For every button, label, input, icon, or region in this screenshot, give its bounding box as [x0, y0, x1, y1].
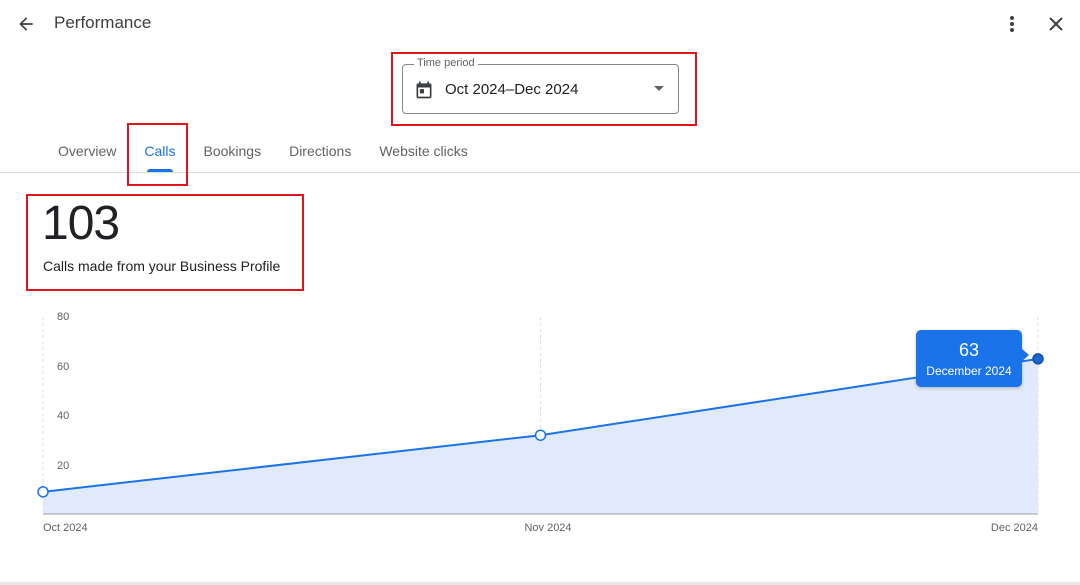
more-options-button[interactable] — [1000, 10, 1024, 38]
tab-bookings[interactable]: Bookings — [189, 134, 275, 172]
chart-tooltip: 63 December 2024 — [916, 330, 1029, 387]
data-point-selected — [1032, 353, 1044, 365]
y-tick-label: 80 — [57, 311, 69, 323]
x-tick-label: Dec 2024 — [991, 522, 1038, 534]
back-button[interactable] — [12, 10, 40, 38]
y-tick-label: 20 — [57, 460, 69, 472]
more-vert-icon — [1010, 16, 1014, 32]
y-tick-label: 40 — [57, 410, 69, 422]
data-point — [37, 486, 49, 498]
y-tick-label: 60 — [57, 361, 69, 373]
close-button[interactable] — [1042, 10, 1070, 38]
tooltip-label: December 2024 — [926, 364, 1012, 378]
page-title: Performance — [54, 13, 152, 32]
tab-directions[interactable]: Directions — [275, 134, 365, 172]
tooltip-value: 63 — [958, 340, 980, 360]
tab-bar: Overview Calls Bookings Directions Websi… — [44, 134, 482, 172]
close-icon — [1049, 17, 1063, 31]
data-point — [534, 429, 547, 441]
x-tick-label: Nov 2024 — [524, 522, 571, 534]
tooltip-pointer — [1021, 348, 1029, 362]
x-tick-label: Oct 2024 — [43, 522, 88, 534]
tab-website-clicks[interactable]: Website clicks — [365, 134, 481, 172]
arrow-back-icon — [19, 17, 33, 31]
tab-overview[interactable]: Overview — [44, 134, 130, 172]
highlight-box-calls-tab — [127, 123, 188, 186]
highlight-box-time-period — [391, 52, 697, 126]
highlight-box-calls-total — [26, 194, 304, 291]
